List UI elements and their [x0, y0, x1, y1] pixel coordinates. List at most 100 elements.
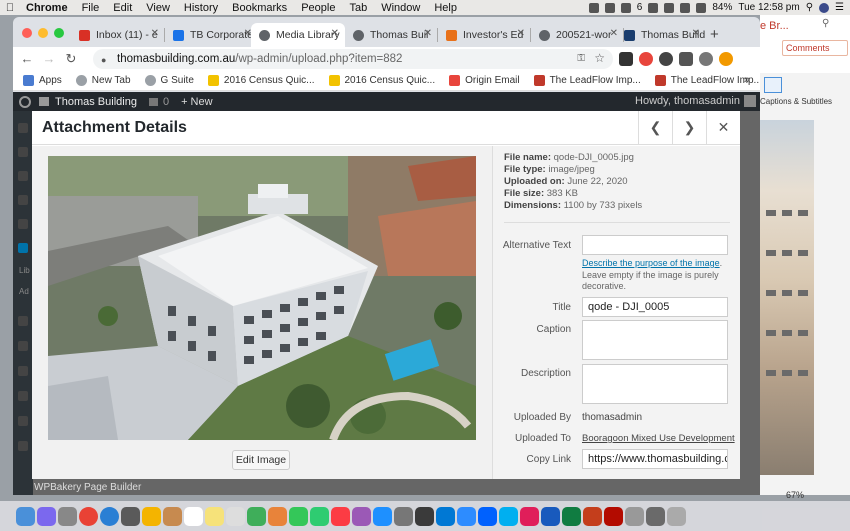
bluetooth-icon[interactable]	[664, 2, 675, 13]
music-icon[interactable]	[331, 506, 350, 526]
pin-icon[interactable]	[18, 171, 28, 181]
appearance-icon[interactable]	[18, 366, 28, 376]
dropbox-status-icon[interactable]	[588, 2, 599, 13]
avatar[interactable]	[744, 95, 756, 107]
menubar-clock[interactable]: Tue 12:58 pm	[738, 2, 799, 13]
key-icon[interactable]: ⚿	[577, 53, 585, 64]
check-status-icon[interactable]	[604, 2, 615, 13]
wpbakery-menu-item[interactable]: WPBakery Page Builder	[34, 482, 141, 493]
update-icon[interactable]	[719, 52, 733, 66]
notes-icon[interactable]	[205, 506, 224, 526]
chrome-icon[interactable]	[79, 506, 98, 526]
tab-tb-corporate[interactable]: TB Corporate ✕	[165, 23, 258, 47]
podcasts-icon[interactable]	[352, 506, 371, 526]
sidebar-label-library[interactable]: Lib	[19, 266, 30, 275]
more-bookmarks-icon[interactable]: »	[744, 74, 750, 86]
menu-people[interactable]: People	[301, 2, 335, 14]
finder-icon[interactable]	[16, 506, 35, 526]
new-content-link[interactable]: + New	[181, 96, 213, 108]
howdy-user[interactable]: Howdy, thomasadmin	[635, 95, 740, 107]
zoom-level[interactable]: 67%	[786, 490, 804, 500]
close-tab-icon[interactable]: ✕	[692, 28, 700, 39]
menu-history[interactable]: History	[184, 2, 218, 14]
edit-image-button[interactable]: Edit Image	[232, 450, 290, 470]
spotlight-search-icon[interactable]: ⚲	[806, 2, 813, 13]
messages-icon[interactable]	[289, 506, 308, 526]
reload-icon[interactable]: ↻	[63, 51, 79, 67]
caption-textarea[interactable]	[582, 320, 728, 360]
plugins-icon[interactable]	[18, 391, 28, 401]
close-tab-icon[interactable]: ✕	[151, 28, 159, 39]
close-window-button[interactable]	[22, 28, 32, 38]
volume-icon[interactable]	[680, 2, 691, 13]
excel-icon[interactable]	[562, 506, 581, 526]
downloads-folder-icon[interactable]	[646, 506, 665, 526]
word-icon[interactable]	[541, 506, 560, 526]
menu-tab[interactable]: Tab	[349, 2, 367, 14]
description-textarea[interactable]	[582, 364, 728, 404]
safari-icon[interactable]	[100, 506, 119, 526]
uploaded-to-link[interactable]: Booragoon Mixed Use Development	[582, 433, 735, 444]
maximize-window-button[interactable]	[54, 28, 64, 38]
system-preferences-icon[interactable]	[394, 506, 413, 526]
adobe-status-icon[interactable]	[620, 2, 631, 13]
menu-edit[interactable]: Edit	[113, 2, 132, 14]
photos-app-icon[interactable]	[268, 506, 287, 526]
puzzle-icon[interactable]	[679, 52, 693, 66]
photos-icon[interactable]	[142, 506, 161, 526]
calendar-icon[interactable]	[184, 506, 203, 526]
dropbox-icon[interactable]	[478, 506, 497, 526]
forward-icon[interactable]: →	[41, 51, 57, 66]
wifi-icon[interactable]	[696, 2, 707, 13]
media-icon[interactable]	[18, 243, 28, 253]
tab-investors-edge[interactable]: Investor's Ed ✕	[438, 23, 531, 47]
siri-icon[interactable]	[37, 506, 56, 526]
pin-icon[interactable]	[18, 219, 28, 229]
menu-bookmarks[interactable]: Bookmarks	[232, 2, 287, 14]
tab-inbox[interactable]: Inbox (11) - e ✕	[71, 23, 165, 47]
trash-icon[interactable]	[667, 506, 686, 526]
bookmark-apps[interactable]: Apps	[23, 75, 62, 86]
app-store-icon[interactable]	[373, 506, 392, 526]
new-tab-button[interactable]: +	[710, 26, 719, 43]
menu-app-name[interactable]: Chrome	[26, 2, 68, 14]
preview-icon[interactable]	[625, 506, 644, 526]
extension-icon[interactable]	[659, 52, 673, 66]
close-tab-icon[interactable]: ✕	[331, 28, 339, 39]
menu-window[interactable]: Window	[381, 2, 420, 14]
tab-200521[interactable]: 200521-wor ✕	[531, 23, 624, 47]
siri-icon[interactable]	[819, 2, 830, 13]
site-name-link[interactable]: Thomas Building	[39, 96, 137, 108]
launchpad-icon[interactable]	[58, 506, 77, 526]
comments-link[interactable]: 0	[148, 96, 169, 108]
address-bar[interactable]: ● thomasbuilding.com.au/wp-admin/upload.…	[93, 49, 613, 69]
powerpoint-icon[interactable]	[583, 506, 602, 526]
comments-button[interactable]: Comments	[782, 40, 848, 56]
app-icon[interactable]	[121, 506, 140, 526]
skype-icon[interactable]	[499, 506, 518, 526]
notification-center-icon[interactable]: ☰	[835, 2, 844, 13]
minimize-window-button[interactable]	[38, 28, 48, 38]
facetime-icon[interactable]	[310, 506, 329, 526]
slack-icon[interactable]	[520, 506, 539, 526]
bookmark-origin-email[interactable]: Origin Email	[449, 75, 520, 86]
pin-icon[interactable]	[18, 195, 28, 205]
back-icon[interactable]: ←	[19, 51, 35, 66]
maps-icon[interactable]	[247, 506, 266, 526]
title-input[interactable]: qode - DJI_0005	[582, 297, 728, 317]
teams-icon[interactable]	[436, 506, 455, 526]
tab-thomas-building-2[interactable]: Thomas Build ✕	[616, 23, 706, 47]
apple-menu-icon[interactable]: 	[0, 2, 20, 14]
bookmark-leadflow-1[interactable]: The LeadFlow Imp...	[533, 75, 641, 86]
bookmark-new-tab[interactable]: New Tab	[75, 75, 131, 86]
extension-icon[interactable]	[619, 52, 633, 66]
extension-icon[interactable]	[639, 52, 653, 66]
pages-icon[interactable]	[18, 316, 28, 326]
bookmark-star-icon[interactable]: ☆	[594, 51, 605, 65]
describe-purpose-link[interactable]: Describe the purpose of the image	[582, 258, 720, 268]
menu-view[interactable]: View	[146, 2, 170, 14]
close-tab-icon[interactable]: ✕	[517, 28, 525, 39]
zoom-icon[interactable]	[457, 506, 476, 526]
reminders-icon[interactable]	[226, 506, 245, 526]
bookmark-g-suite[interactable]: G Suite	[144, 75, 194, 86]
